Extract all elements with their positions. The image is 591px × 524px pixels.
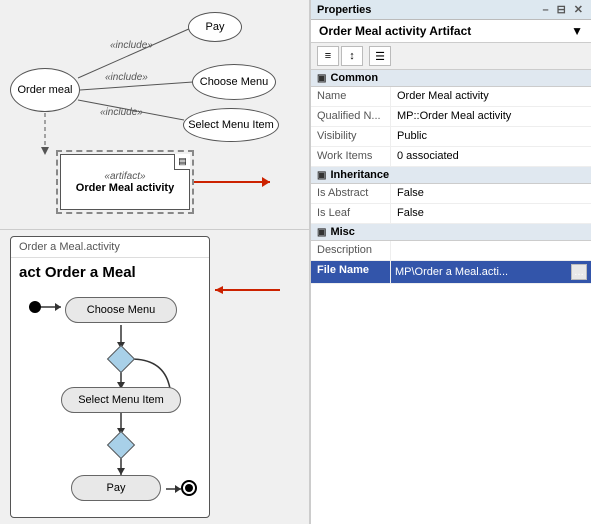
use-case-diagram: «include» «include» «include» Order meal…: [0, 0, 309, 230]
prop-workitems-row: Work Items 0 associated: [311, 147, 591, 167]
properties-toolbar: ≡ ↕ ☰: [311, 43, 591, 70]
section-misc-label: Misc: [330, 226, 354, 238]
ellipse-choose-menu[interactable]: Choose Menu: [192, 64, 276, 100]
prop-description-label: Description: [311, 241, 391, 260]
svg-text:«include»: «include»: [110, 40, 153, 51]
properties-subtitle: Order Meal activity Artifact ▼: [311, 20, 591, 43]
section-common-label: Common: [330, 72, 378, 84]
left-panel: «include» «include» «include» Order meal…: [0, 0, 310, 524]
artifact-icon: ▤: [174, 154, 190, 170]
section-misc-header[interactable]: ▣ Misc: [311, 224, 591, 241]
artifact-box[interactable]: ▤ «artifact» Order Meal activity: [60, 154, 190, 210]
activity-diagram: Order a Meal.activity act Order a Meal: [10, 236, 210, 518]
toolbar-sort-btn[interactable]: ↕: [341, 46, 363, 66]
svg-text:«include»: «include»: [105, 72, 148, 83]
properties-table: ▣ Common Name Order Meal activity Qualif…: [311, 70, 591, 524]
activity-diamond-2: [107, 431, 135, 459]
ellipse-order-meal[interactable]: Order meal: [10, 68, 80, 112]
prop-name-value[interactable]: Order Meal activity: [391, 87, 591, 106]
prop-abstract-row: Is Abstract False: [311, 184, 591, 204]
activity-final-inner: [185, 484, 193, 492]
red-arrow-bottom: [205, 280, 285, 300]
activity-diagram-title: act Order a Meal: [11, 258, 209, 287]
activity-final-node: [181, 480, 197, 496]
prop-visibility-value[interactable]: Public: [391, 127, 591, 146]
section-inheritance-header[interactable]: ▣ Inheritance: [311, 167, 591, 184]
ellipse-select-menu[interactable]: Select Menu Item: [183, 108, 279, 142]
prop-qualified-value[interactable]: MP::Order Meal activity: [391, 107, 591, 126]
activity-choose-menu[interactable]: Choose Menu: [65, 297, 177, 323]
prop-visibility-label: Visibility: [311, 127, 391, 146]
properties-panel: Properties – ⊟ ✕ Order Meal activity Art…: [310, 0, 591, 524]
section-inheritance-label: Inheritance: [330, 169, 389, 181]
prop-qualified-label: Qualified N...: [311, 107, 391, 126]
titlebar-pin-btn[interactable]: –: [540, 4, 550, 16]
activity-select-menu[interactable]: Select Menu Item: [61, 387, 181, 413]
common-toggle-icon: ▣: [317, 73, 326, 84]
prop-description-row: Description: [311, 241, 591, 261]
prop-abstract-label: Is Abstract: [311, 184, 391, 203]
toolbar-categories-btn[interactable]: ≡: [317, 46, 339, 66]
activity-initial-node: [29, 301, 41, 313]
prop-description-value[interactable]: [391, 241, 591, 260]
prop-filename-label: File Name: [311, 261, 391, 283]
titlebar-close-btn[interactable]: ✕: [572, 3, 585, 16]
titlebar-dock-btn[interactable]: ⊟: [555, 3, 568, 16]
prop-leaf-row: Is Leaf False: [311, 204, 591, 224]
prop-filename-browse-btn[interactable]: …: [571, 264, 587, 280]
properties-dropdown-icon[interactable]: ▼: [571, 24, 583, 38]
inheritance-toggle-icon: ▣: [317, 170, 326, 181]
prop-leaf-value[interactable]: False: [391, 204, 591, 223]
activity-diagram-header: Order a Meal.activity: [11, 237, 209, 258]
svg-text:«include»: «include»: [100, 107, 143, 118]
properties-title: Properties: [317, 4, 371, 16]
properties-object-label: Order Meal activity Artifact: [319, 24, 471, 38]
prop-workitems-value[interactable]: 0 associated: [391, 147, 591, 166]
artifact-title: Order Meal activity: [76, 182, 174, 194]
prop-filename-row: File Name MP\Order a Meal.acti... …: [311, 261, 591, 284]
activity-content: Choose Menu Select Menu Item Pay: [11, 287, 209, 507]
prop-visibility-row: Visibility Public: [311, 127, 591, 147]
toolbar-filter-btn[interactable]: ☰: [369, 46, 391, 66]
activity-pay[interactable]: Pay: [71, 475, 161, 501]
section-common-header[interactable]: ▣ Common: [311, 70, 591, 87]
prop-workitems-label: Work Items: [311, 147, 391, 166]
prop-abstract-value[interactable]: False: [391, 184, 591, 203]
prop-name-row: Name Order Meal activity: [311, 87, 591, 107]
prop-leaf-label: Is Leaf: [311, 204, 391, 223]
artifact-stereotype: «artifact»: [104, 171, 145, 182]
prop-name-label: Name: [311, 87, 391, 106]
prop-qualified-row: Qualified N... MP::Order Meal activity: [311, 107, 591, 127]
prop-filename-value[interactable]: MP\Order a Meal.acti... …: [391, 261, 591, 283]
titlebar-controls: – ⊟ ✕: [540, 3, 585, 16]
misc-toggle-icon: ▣: [317, 227, 326, 238]
properties-titlebar: Properties – ⊟ ✕: [311, 0, 591, 20]
ellipse-pay[interactable]: Pay: [188, 12, 242, 42]
activity-diamond-1: [107, 345, 135, 373]
